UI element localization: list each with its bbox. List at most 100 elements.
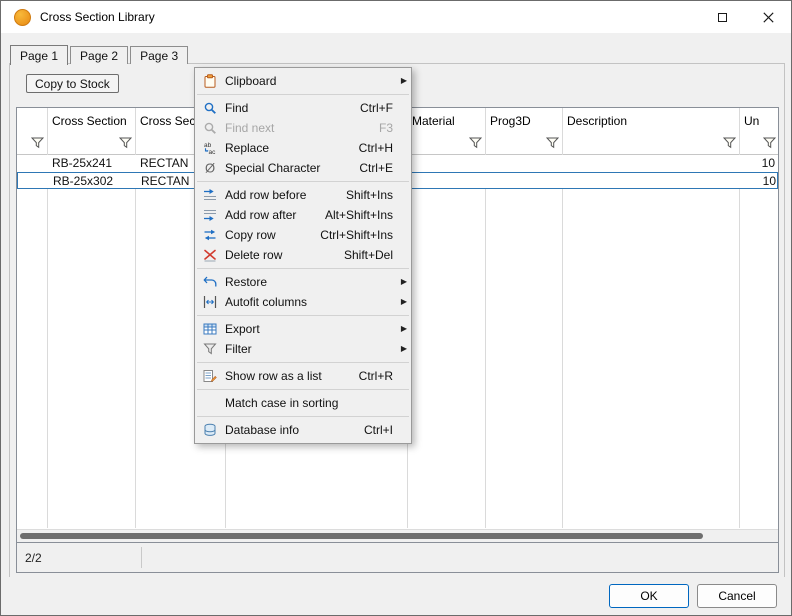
column-header-un[interactable]: Un (739, 108, 779, 134)
filter-cell-un[interactable] (739, 134, 779, 154)
menu-separator (197, 268, 409, 269)
menu-item-restore[interactable]: Restore▶ (195, 272, 411, 292)
menu-item-show-row-as-a-list[interactable]: Show row as a listCtrl+R (195, 366, 411, 386)
submenu-arrow-icon: ▶ (395, 339, 407, 359)
filter-funnel-icon[interactable] (723, 137, 736, 152)
filter-funnel-icon[interactable] (31, 137, 44, 152)
window-title: Cross Section Library (40, 10, 155, 24)
menu-separator (197, 315, 409, 316)
filter-cell-0[interactable] (17, 134, 47, 154)
row-counter: 2/2 (17, 551, 42, 565)
menu-separator (197, 416, 409, 417)
maximize-button[interactable] (699, 1, 745, 33)
menu-item-label: Add row before (225, 188, 306, 202)
find-next-icon (200, 121, 220, 135)
app-icon (14, 9, 31, 26)
column-header-cross-section[interactable]: Cross Section (47, 108, 135, 134)
menu-item-shortcut: Ctrl+H (359, 141, 395, 155)
ok-button[interactable]: OK (609, 584, 689, 608)
tab-page-3[interactable]: Page 3 (130, 46, 188, 64)
menu-item-filter[interactable]: Filter ▶ (195, 339, 411, 359)
window-controls (699, 1, 791, 33)
menu-item-shortcut: Ctrl+E (359, 161, 395, 175)
menu-item-label: Copy row (225, 228, 276, 242)
page-tabs: Page 1Page 2Page 3 (10, 44, 190, 64)
menu-item-label: Show row as a list (225, 369, 322, 383)
filter-cell-cross-section[interactable] (47, 134, 135, 154)
close-icon (763, 12, 774, 23)
menu-item-shortcut: Ctrl+F (360, 101, 395, 115)
filter-funnel-icon[interactable] (763, 137, 776, 152)
tab-page-2[interactable]: Page 2 (70, 46, 128, 64)
context-menu: Clipboard▶FindCtrl+FFind nextF3abacRepla… (194, 67, 412, 444)
submenu-arrow-icon: ▶ (395, 292, 407, 312)
horizontal-scrollbar[interactable] (17, 529, 778, 542)
menu-item-label: Special Character (225, 161, 320, 175)
add-row-after-icon (200, 208, 220, 222)
filter-cell-prog3d[interactable] (485, 134, 562, 154)
menu-item-label: Clipboard (225, 74, 276, 88)
menu-item-replace[interactable]: abac Replace Ctrl+H (195, 138, 411, 158)
cross-section-library-dialog: Cross Section Library Page 1Page 2Page 3… (0, 0, 792, 616)
menu-item-label: Autofit columns (225, 295, 307, 309)
menu-item-find-next: Find nextF3 (195, 118, 411, 138)
replace-icon: abac (200, 141, 220, 155)
menu-item-add-row-after[interactable]: Add row afterAlt+Shift+Ins (195, 205, 411, 225)
menu-separator (197, 362, 409, 363)
table-cell[interactable]: 10 (740, 173, 780, 188)
filter-icon (200, 342, 220, 356)
svg-text:Ø: Ø (205, 161, 215, 175)
menu-item-label: Add row after (225, 208, 296, 222)
column-header-prog3d[interactable]: Prog3D (485, 108, 562, 134)
filter-funnel-icon[interactable] (546, 137, 559, 152)
filter-funnel-icon[interactable] (469, 137, 482, 152)
menu-item-shortcut: F3 (379, 121, 395, 135)
column-header-0[interactable] (17, 108, 47, 134)
restore-icon (200, 275, 220, 289)
menu-item-label: Filter (225, 342, 252, 356)
menu-item-delete-row[interactable]: Delete rowShift+Del (195, 245, 411, 265)
menu-item-label: Match case in sorting (225, 396, 338, 410)
export-icon (200, 322, 220, 336)
menu-item-shortcut: Shift+Ins (346, 188, 395, 202)
close-button[interactable] (745, 1, 791, 33)
menu-separator (197, 94, 409, 95)
filter-cell-description[interactable] (562, 134, 739, 154)
menu-separator (197, 181, 409, 182)
clipboard-icon (200, 74, 220, 88)
title-bar: Cross Section Library (1, 1, 791, 33)
column-header-material[interactable]: Material (407, 108, 485, 134)
menu-item-label: Delete row (225, 248, 282, 262)
menu-item-special-character[interactable]: Ø Special Character Ctrl+E (195, 158, 411, 178)
menu-item-add-row-before[interactable]: Add row before Shift+Ins (195, 185, 411, 205)
cancel-button[interactable]: Cancel (697, 584, 777, 608)
submenu-arrow-icon: ▶ (395, 319, 407, 339)
autofit-columns-icon (200, 295, 220, 309)
copy-row-icon (200, 228, 220, 242)
menu-item-label: Export (225, 322, 260, 336)
svg-text:ab: ab (204, 142, 212, 149)
submenu-arrow-icon: ▶ (395, 272, 407, 292)
menu-item-autofit-columns[interactable]: Autofit columns ▶ (195, 292, 411, 312)
menu-item-match-case-in-sorting[interactable]: Match case in sorting (195, 393, 411, 413)
filter-funnel-icon[interactable] (119, 137, 132, 152)
menu-item-shortcut: Ctrl+Shift+Ins (320, 228, 395, 242)
menu-item-label: Replace (225, 141, 269, 155)
menu-item-export[interactable]: Export ▶ (195, 319, 411, 339)
menu-item-shortcut: Ctrl+I (364, 423, 395, 437)
column-header-description[interactable]: Description (562, 108, 739, 134)
copy-to-stock-button[interactable]: Copy to Stock (26, 74, 119, 93)
table-cell[interactable]: RB-25x241 (47, 155, 135, 172)
menu-item-clipboard[interactable]: Clipboard▶ (195, 71, 411, 91)
table-cell[interactable]: 10 (739, 155, 779, 172)
table-cell[interactable]: RB-25x302 (48, 173, 136, 188)
dialog-footer: OK Cancel (1, 577, 791, 615)
menu-item-find[interactable]: FindCtrl+F (195, 98, 411, 118)
filter-cell-material[interactable] (407, 134, 485, 154)
status-divider (141, 547, 142, 568)
menu-item-copy-row[interactable]: Copy row Ctrl+Shift+Ins (195, 225, 411, 245)
scrollbar-thumb[interactable] (20, 533, 703, 539)
database-info-icon (200, 423, 220, 437)
menu-item-database-info[interactable]: Database infoCtrl+I (195, 420, 411, 440)
tab-page-1[interactable]: Page 1 (10, 45, 68, 65)
